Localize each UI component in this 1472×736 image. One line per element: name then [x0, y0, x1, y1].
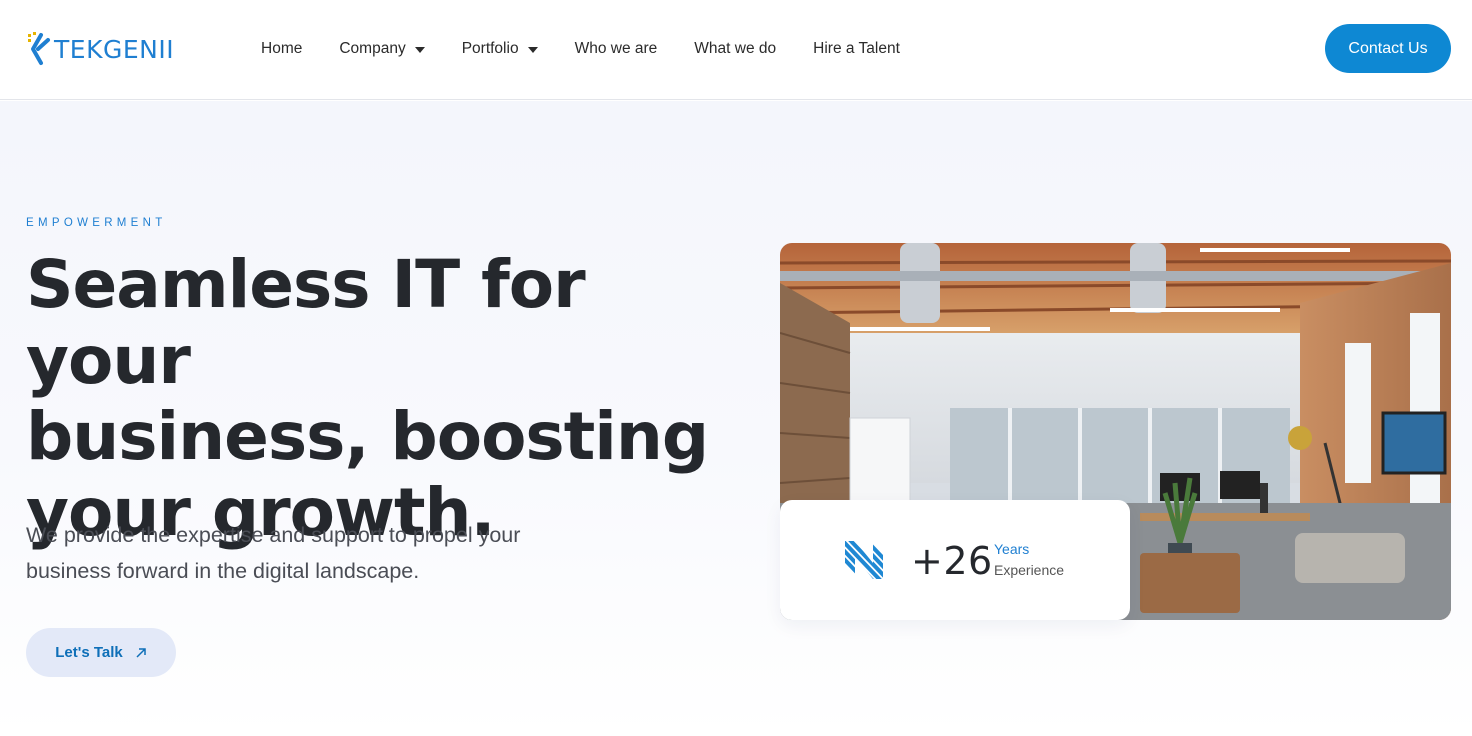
caret-down-icon: [527, 46, 538, 53]
main-nav: Home Company Portfolio Who we are What w…: [261, 40, 937, 58]
arrow-up-right-icon: [135, 647, 147, 659]
headline-line: Seamless IT for your: [26, 246, 586, 399]
hero-section: EMPOWERMENT Seamless IT for your busines…: [0, 101, 1472, 736]
subtext-line: We provide the expertise and support to …: [26, 523, 521, 547]
stat-label-bottom: Experience: [994, 562, 1065, 578]
stat-label-top: Years: [994, 541, 1030, 557]
brand-name: TEKGENII: [54, 34, 175, 64]
nav-item-home[interactable]: Home: [261, 40, 302, 58]
brand-logo[interactable]: TEKGENII: [26, 31, 174, 67]
hero-headline: Seamless IT for your business, boosting …: [26, 247, 746, 551]
nav-item-label: Who we are: [574, 40, 658, 57]
nav-item-who-we-are[interactable]: Who we are: [575, 40, 658, 58]
nav-item-label: Portfolio: [461, 40, 519, 57]
contact-us-button[interactable]: Contact Us: [1325, 24, 1451, 73]
hero-subtext: We provide the expertise and support to …: [26, 517, 556, 589]
striped-n-logo-icon: [843, 539, 885, 586]
headline-line: business, boosting: [26, 398, 709, 475]
experience-stat-card: +26 Years Experience: [780, 500, 1130, 620]
hero-eyebrow: EMPOWERMENT: [26, 217, 167, 229]
nav-item-hire-a-talent[interactable]: Hire a Talent: [813, 40, 900, 58]
lets-talk-button[interactable]: Let's Talk: [26, 628, 176, 677]
nav-item-what-we-do[interactable]: What we do: [694, 40, 776, 58]
nav-item-label: Home: [261, 40, 303, 57]
lets-talk-label: Let's Talk: [55, 644, 123, 661]
subtext-line: business forward in the digital landscap…: [26, 559, 420, 583]
nav-item-label: Company: [339, 40, 406, 57]
nav-item-portfolio[interactable]: Portfolio: [462, 40, 538, 58]
stat-value: +26: [911, 539, 993, 583]
tekgenii-logo-icon: [28, 32, 50, 65]
nav-item-label: Hire a Talent: [813, 40, 900, 57]
site-header: TEKGENII Home Company Portfolio Who we a…: [0, 0, 1472, 100]
nav-item-company[interactable]: Company: [339, 40, 425, 58]
nav-item-label: What we do: [694, 40, 777, 57]
caret-down-icon: [414, 46, 425, 53]
